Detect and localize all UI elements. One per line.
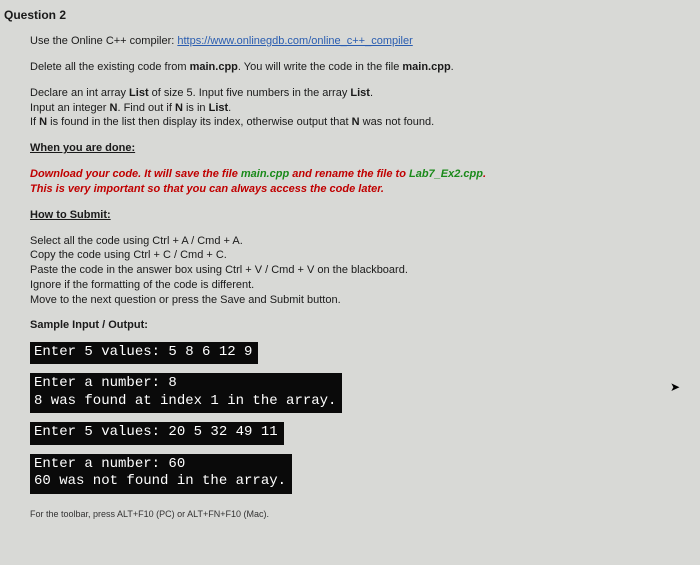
t: is in [183, 102, 209, 114]
t: N [39, 116, 47, 128]
dl-line2: This is very important so that you can a… [30, 183, 384, 195]
t: N [352, 116, 360, 128]
dl-p4: Lab7_Ex2.cpp [409, 168, 483, 180]
t: Input an integer [30, 102, 110, 114]
intro-prefix: Use the Online C++ compiler: [30, 35, 177, 47]
t: List [129, 87, 149, 99]
dl-p1: Download your code. It will save the fil… [30, 168, 241, 180]
t: N [175, 102, 183, 114]
t: If [30, 116, 39, 128]
terminal-output: Enter a number: 8 8 was found at index 1… [30, 373, 342, 413]
delete-p3: . [451, 61, 454, 73]
t: of size 5. Input five numbers in the arr… [149, 87, 351, 99]
download-block: Download your code. It will save the fil… [30, 167, 696, 197]
intro-line: Use the Online C++ compiler: https://www… [30, 34, 696, 49]
t: . [228, 102, 231, 114]
compiler-link[interactable]: https://www.onlinegdb.com/online_c++_com… [177, 35, 412, 47]
delete-p1: Delete all the existing code from [30, 61, 190, 73]
terminal-output: Enter 5 values: 5 8 6 12 9 [30, 342, 258, 365]
dl-p2: main.cpp [241, 168, 289, 180]
step: Move to the next question or press the S… [30, 294, 341, 306]
delete-line: Delete all the existing code from main.c… [30, 60, 696, 75]
toolbar-hint: For the toolbar, press ALT+F10 (PC) or A… [30, 509, 696, 519]
cursor-icon: ➤ [670, 380, 680, 394]
step: Paste the code in the answer box using C… [30, 264, 408, 276]
sample-io-label: Sample Input / Output: [30, 319, 696, 331]
t: Declare an int array [30, 87, 129, 99]
t: was not found. [360, 116, 435, 128]
task-block: Declare an int array List of size 5. Inp… [30, 86, 696, 131]
terminal-output: Enter a number: 60 60 was not found in t… [30, 454, 292, 494]
t: List [350, 87, 370, 99]
t: . [370, 87, 373, 99]
terminal-output: Enter 5 values: 20 5 32 49 11 [30, 422, 284, 445]
t: . Find out if [117, 102, 174, 114]
dl-p3: and rename the file to [289, 168, 409, 180]
delete-f1: main.cpp [190, 61, 238, 73]
submit-heading: How to Submit: [30, 208, 696, 223]
step: Ignore if the formatting of the code is … [30, 279, 254, 291]
delete-f2: main.cpp [402, 61, 450, 73]
submit-steps: Select all the code using Ctrl + A / Cmd… [30, 234, 696, 308]
t: List [209, 102, 229, 114]
t: is found in the list then display its in… [47, 116, 352, 128]
done-heading: When you are done: [30, 141, 696, 156]
question-content: Use the Online C++ compiler: https://www… [4, 34, 696, 519]
dl-p5: . [483, 168, 486, 180]
delete-p2: . You will write the code in the file [238, 61, 402, 73]
step: Copy the code using Ctrl + C / Cmd + C. [30, 249, 227, 261]
step: Select all the code using Ctrl + A / Cmd… [30, 235, 243, 247]
question-title: Question 2 [4, 8, 696, 22]
